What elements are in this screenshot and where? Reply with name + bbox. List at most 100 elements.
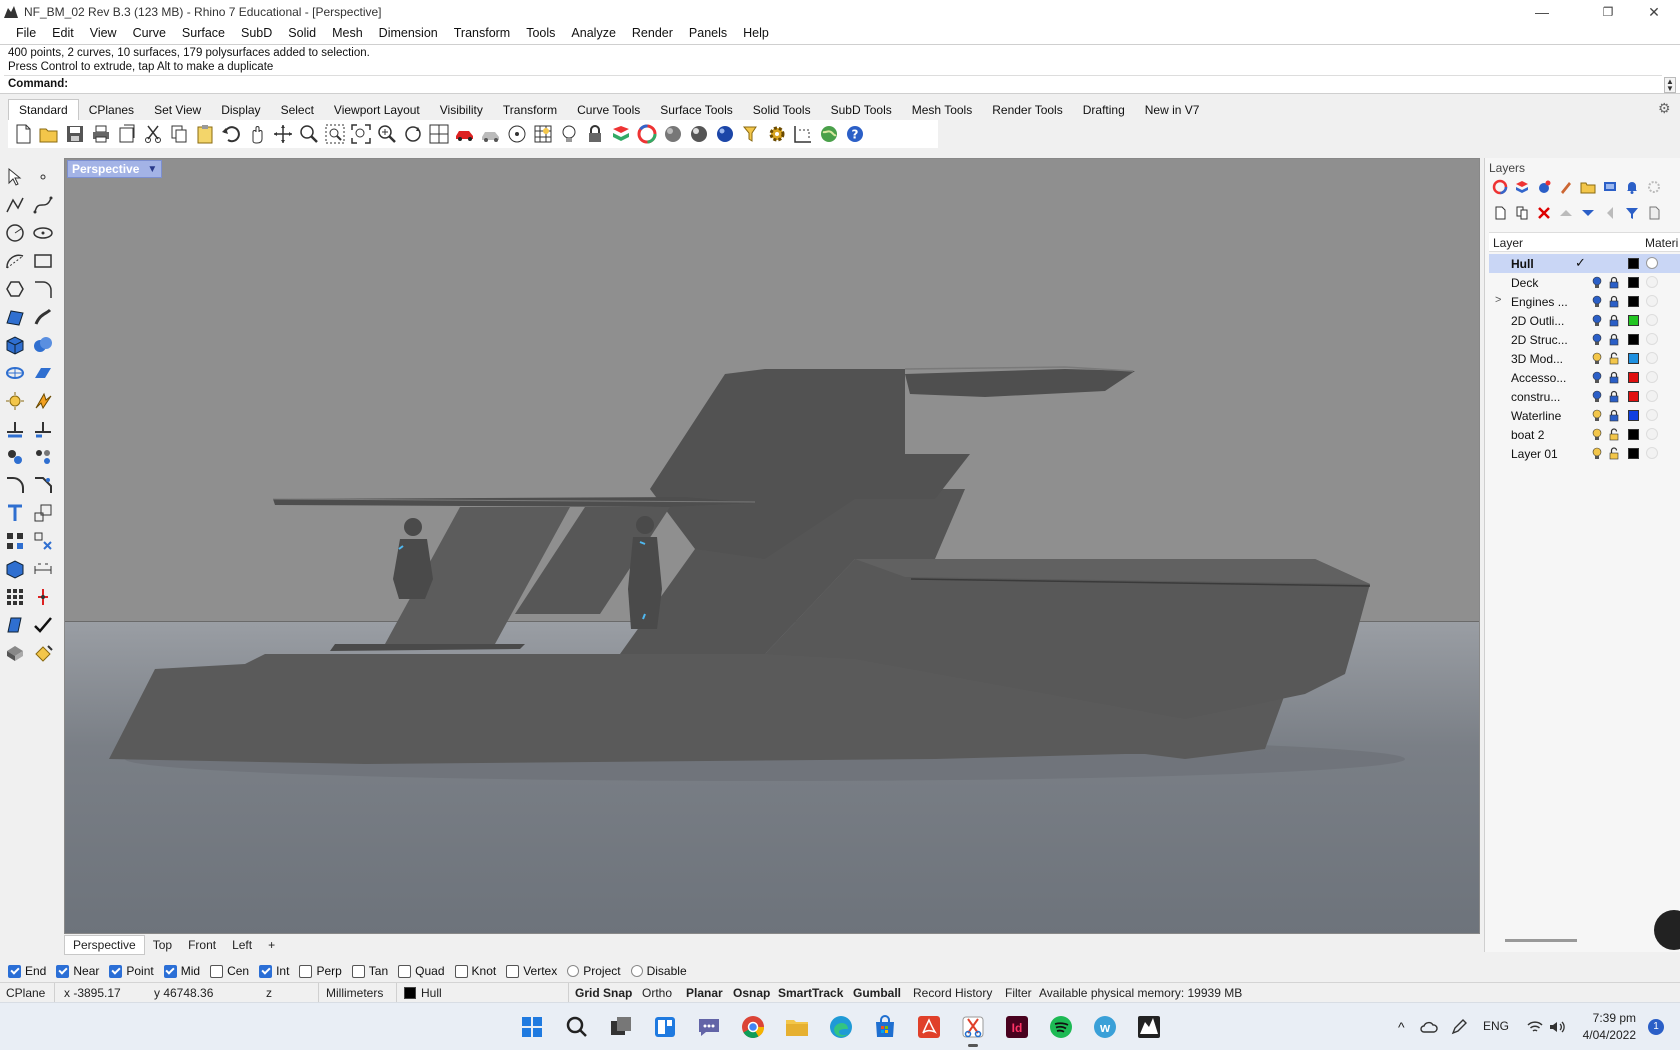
tab-transform[interactable]: Transform — [493, 100, 567, 120]
check-icon[interactable] — [30, 612, 56, 638]
lock-icon[interactable] — [1608, 371, 1620, 384]
unlock-icon[interactable] — [1608, 447, 1620, 460]
menu-solid[interactable]: Solid — [280, 26, 324, 40]
fillet-curve-icon[interactable] — [30, 276, 56, 302]
tab-render-tools[interactable]: Render Tools — [982, 100, 1073, 120]
osnap-disable[interactable]: Disable — [630, 964, 687, 978]
color-wheel-icon[interactable] — [634, 121, 660, 147]
layer-color-swatch[interactable] — [1628, 353, 1639, 364]
osnap-mid[interactable]: Mid — [163, 964, 200, 978]
menu-analyze[interactable]: Analyze — [563, 26, 623, 40]
layer-material-icon[interactable] — [1646, 428, 1658, 440]
material-icon[interactable] — [2, 640, 28, 666]
osnap-tan[interactable]: Tan — [351, 964, 388, 978]
zoom-selected-icon[interactable] — [374, 121, 400, 147]
grid-snap-toggle[interactable]: Grid Snap — [575, 986, 632, 1000]
tab-standard[interactable]: Standard — [8, 99, 79, 120]
layer-material-icon[interactable] — [1646, 257, 1658, 269]
teams-chat-icon[interactable] — [694, 1012, 724, 1042]
lock-icon[interactable] — [1608, 276, 1620, 289]
tab-left[interactable]: Left — [224, 936, 260, 954]
osnap-checkbox[interactable] — [351, 964, 365, 978]
menu-file[interactable]: File — [8, 26, 44, 40]
analyze-icon[interactable] — [2, 612, 28, 638]
grid-points-icon[interactable] — [2, 584, 28, 610]
dimension-linear-icon[interactable] — [30, 556, 56, 582]
task-view-icon[interactable] — [606, 1012, 636, 1042]
tab-new-in-v7[interactable]: New in V7 — [1135, 100, 1210, 120]
menu-transform[interactable]: Transform — [446, 26, 519, 40]
smarttrack-toggle[interactable]: SmartTrack — [778, 986, 843, 1000]
tab-solid-tools[interactable]: Solid Tools — [743, 100, 821, 120]
lightbulb-icon[interactable] — [1591, 333, 1603, 346]
spotify-icon[interactable] — [1046, 1012, 1076, 1042]
acrobat-icon[interactable] — [914, 1012, 944, 1042]
unlock-icon[interactable] — [1608, 352, 1620, 365]
current-layer[interactable]: Hull — [421, 986, 442, 1000]
circle-icon[interactable] — [2, 220, 28, 246]
new-file-icon[interactable] — [10, 121, 36, 147]
move-left-icon[interactable] — [1599, 203, 1621, 223]
lock-icon[interactable] — [582, 121, 608, 147]
dimension-icon[interactable] — [790, 121, 816, 147]
lights-icon[interactable] — [2, 388, 28, 414]
loft-icon[interactable] — [30, 304, 56, 330]
boat-model[interactable] — [65, 159, 1480, 934]
layer-name[interactable]: Accesso... — [1511, 371, 1577, 385]
layer-row[interactable]: 3D Mod... — [1489, 349, 1680, 368]
car-icon[interactable] — [452, 121, 478, 147]
osnap-cen[interactable]: Cen — [210, 964, 249, 978]
lightbulb-on-icon[interactable] — [1591, 428, 1603, 441]
tab-display[interactable]: Display — [211, 100, 270, 120]
zoom-icon[interactable] — [296, 121, 322, 147]
record-history-toggle[interactable]: Record History — [913, 986, 992, 1000]
menu-dimension[interactable]: Dimension — [371, 26, 446, 40]
system-clock[interactable]: 7:39 pm 4/04/2022 — [1583, 1010, 1636, 1044]
volume-icon[interactable] — [1548, 1018, 1566, 1036]
polyline-icon[interactable] — [2, 192, 28, 218]
layer-name[interactable]: 2D Struc... — [1511, 333, 1577, 347]
rectangle-icon[interactable] — [30, 248, 56, 274]
toolbar-settings-gear-icon[interactable]: ⚙ — [1658, 100, 1674, 116]
tab-front[interactable]: Front — [180, 936, 224, 954]
print-icon[interactable] — [88, 121, 114, 147]
layer-color-swatch[interactable] — [1628, 277, 1639, 288]
layer-row[interactable]: Layer 01 — [1489, 444, 1680, 463]
polygon-icon[interactable] — [2, 276, 28, 302]
layer-name[interactable]: Engines ... — [1511, 295, 1577, 309]
layer-color-swatch[interactable] — [1628, 315, 1639, 326]
wifi-icon[interactable] — [1526, 1018, 1544, 1036]
osnap-checkbox[interactable] — [210, 964, 224, 978]
layer-color-swatch[interactable] — [1628, 296, 1639, 307]
panel-scrollbar[interactable] — [1505, 939, 1577, 942]
layer-row[interactable]: Accesso... — [1489, 368, 1680, 387]
globe-icon[interactable] — [816, 121, 842, 147]
group-icon[interactable] — [2, 444, 28, 470]
new-layer-icon[interactable] — [1489, 203, 1511, 223]
curve-icon[interactable] — [30, 192, 56, 218]
layers-tab-icon[interactable] — [1511, 177, 1533, 197]
gumball-toggle[interactable]: Gumball — [853, 986, 901, 1000]
layer-color-swatch[interactable] — [1628, 448, 1639, 459]
paint-bucket-icon[interactable] — [30, 640, 56, 666]
tab-set-view[interactable]: Set View — [144, 100, 211, 120]
four-view-icon[interactable] — [426, 121, 452, 147]
osnap-end[interactable]: End — [8, 964, 46, 978]
lock-icon[interactable] — [1608, 390, 1620, 403]
osnap-vertex[interactable]: Vertex — [506, 964, 557, 978]
paste-icon[interactable] — [192, 121, 218, 147]
menu-help[interactable]: Help — [735, 26, 777, 40]
layer-name[interactable]: Deck — [1511, 276, 1577, 290]
text-icon[interactable] — [2, 500, 28, 526]
layer-color-swatch[interactable] — [1628, 258, 1639, 269]
layer-name[interactable]: Waterline — [1511, 409, 1577, 423]
open-file-icon[interactable] — [36, 121, 62, 147]
new-sublayer-icon[interactable] — [1511, 203, 1533, 223]
osnap-checkbox[interactable] — [163, 964, 177, 978]
help-icon[interactable]: ? — [842, 121, 868, 147]
layer-material-icon[interactable] — [1646, 390, 1658, 402]
osnap-perp[interactable]: Perp — [299, 964, 342, 978]
import-icon[interactable] — [114, 121, 140, 147]
floating-collapse-button[interactable] — [1654, 910, 1680, 950]
chamfer-icon[interactable] — [30, 472, 56, 498]
